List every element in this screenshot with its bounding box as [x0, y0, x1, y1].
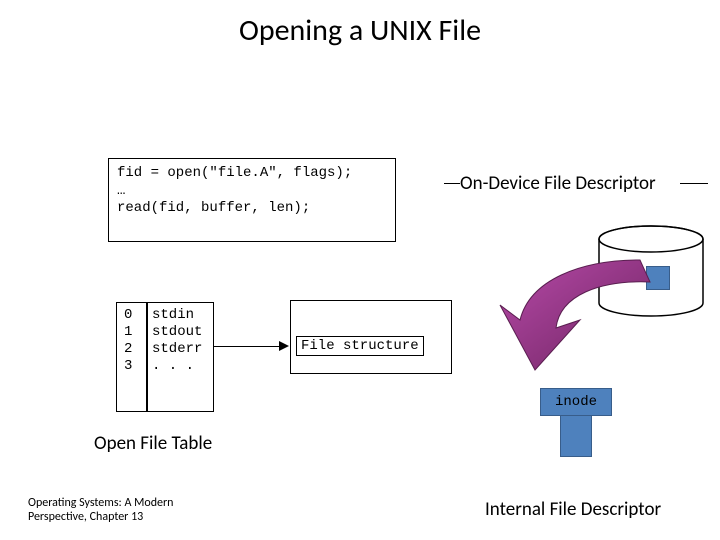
footer-citation: Operating Systems: A Modern Perspective,… [28, 497, 173, 525]
swoosh-arrow-icon [490, 250, 670, 385]
file-structure-label: File structure [296, 336, 424, 356]
inode-box: inode [540, 388, 612, 416]
code-line-3: read(fid, buffer, len); [117, 200, 310, 216]
oft-name-2: stderr [152, 341, 202, 357]
code-line-2: … [117, 183, 125, 199]
oft-name-3: . . . [152, 358, 194, 374]
code-line-1: fid = open("file.A", flags); [117, 165, 352, 181]
ondevice-line-right [680, 183, 708, 184]
inode-tail-icon [560, 415, 592, 457]
oft-name-0: stdin [152, 307, 194, 323]
ondevice-fd-label: On-Device File Descriptor [460, 172, 656, 195]
footer-line-2: Perspective, Chapter 13 [28, 511, 173, 525]
ondevice-line-left [444, 183, 460, 184]
arrow-oft-to-fs [213, 346, 281, 347]
oft-name-1: stdout [152, 324, 202, 340]
slide-title: Opening a UNIX File [0, 12, 720, 49]
internal-fd-label: Internal File Descriptor [485, 498, 661, 521]
code-box: fid = open("file.A", flags); … read(fid,… [108, 158, 396, 242]
oft-idx-1: 1 [124, 324, 132, 340]
oft-idx-2: 2 [124, 341, 132, 357]
oft-idx-0: 0 [124, 307, 132, 323]
open-file-table-label: Open File Table [94, 432, 212, 455]
arrow-oft-to-fs-head [279, 341, 289, 351]
oft-idx-3: 3 [124, 358, 132, 374]
footer-line-1: Operating Systems: A Modern [28, 497, 173, 511]
